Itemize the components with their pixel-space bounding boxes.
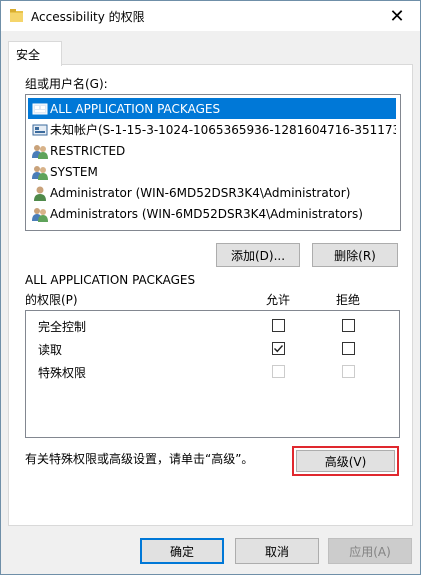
special-allow-checkbox [272,365,285,378]
full-control-deny-checkbox[interactable] [342,319,355,332]
principal-name: SYSTEM [50,164,98,179]
cancel-button[interactable]: 取消 [235,538,319,564]
advanced-hint-text: 有关特殊权限或高级设置，请单击“高级”。 [25,452,254,466]
title-bar: Accessibility 的权限 ✕ [1,1,420,31]
advanced-button[interactable]: 高级(V) [296,450,395,472]
principal-name: Administrators (WIN-6MD52DSR3K4\Administ… [50,206,363,221]
special-deny-checkbox [342,365,355,378]
group-list-label: 组或用户名(G): [25,77,108,91]
principal-name: ALL APPLICATION PACKAGES [50,101,221,116]
app-packages-icon [32,103,48,114]
read-deny-checkbox[interactable] [342,342,355,355]
list-item[interactable]: Administrators (WIN-6MD52DSR3K4\Administ… [28,203,396,224]
window-title: Accessibility 的权限 [31,10,145,24]
group-icon [32,165,48,180]
permissions-dialog: Accessibility 的权限 ✕ 安全 组或用户名(G): ALL APP… [0,0,421,575]
folder-icon [10,9,23,22]
list-item[interactable]: 未知帐户(S-1-15-3-1024-1065365936-1281604716… [28,119,396,140]
list-item[interactable]: RESTRICTED [28,140,396,161]
unknown-account-icon [32,124,48,135]
remove-button[interactable]: 删除(R) [312,243,398,267]
principal-name: RESTRICTED [50,143,126,158]
permission-label: 读取 [38,343,63,357]
principal-name: Administrator (WIN-6MD52DSR3K4\Administr… [50,185,351,200]
group-icon [32,207,48,222]
close-button[interactable]: ✕ [374,1,420,31]
principal-list[interactable]: ALL APPLICATION PACKAGES 未知帐户(S-1-15-3-1… [25,94,401,231]
checkmark-icon [274,345,284,353]
user-icon [34,186,46,201]
permission-label: 完全控制 [38,320,87,334]
full-control-allow-checkbox[interactable] [272,319,285,332]
tab-security[interactable]: 安全 [8,41,62,66]
group-icon [32,144,48,159]
close-icon: ✕ [389,5,405,27]
allow-column-header: 允许 [266,293,291,307]
read-allow-checkbox[interactable] [272,342,285,355]
tab-label: 安全 [16,48,41,62]
add-button[interactable]: 添加(D)... [216,243,300,267]
apply-button[interactable]: 应用(A) [328,538,412,564]
permission-label: 特殊权限 [38,366,87,380]
principal-name: 未知帐户(S-1-15-3-1024-1065365936-1281604716… [50,123,396,137]
permissions-label: 的权限(P) [25,293,78,307]
permissions-principal-label: ALL APPLICATION PACKAGES [25,273,196,287]
deny-column-header: 拒绝 [336,293,361,307]
list-item[interactable]: Administrator (WIN-6MD52DSR3K4\Administr… [28,182,396,203]
list-item[interactable]: ALL APPLICATION PACKAGES [28,98,396,119]
list-item[interactable]: SYSTEM [28,161,396,182]
permissions-list: 完全控制 读取 特殊权限 [25,310,400,438]
ok-button[interactable]: 确定 [140,538,224,564]
